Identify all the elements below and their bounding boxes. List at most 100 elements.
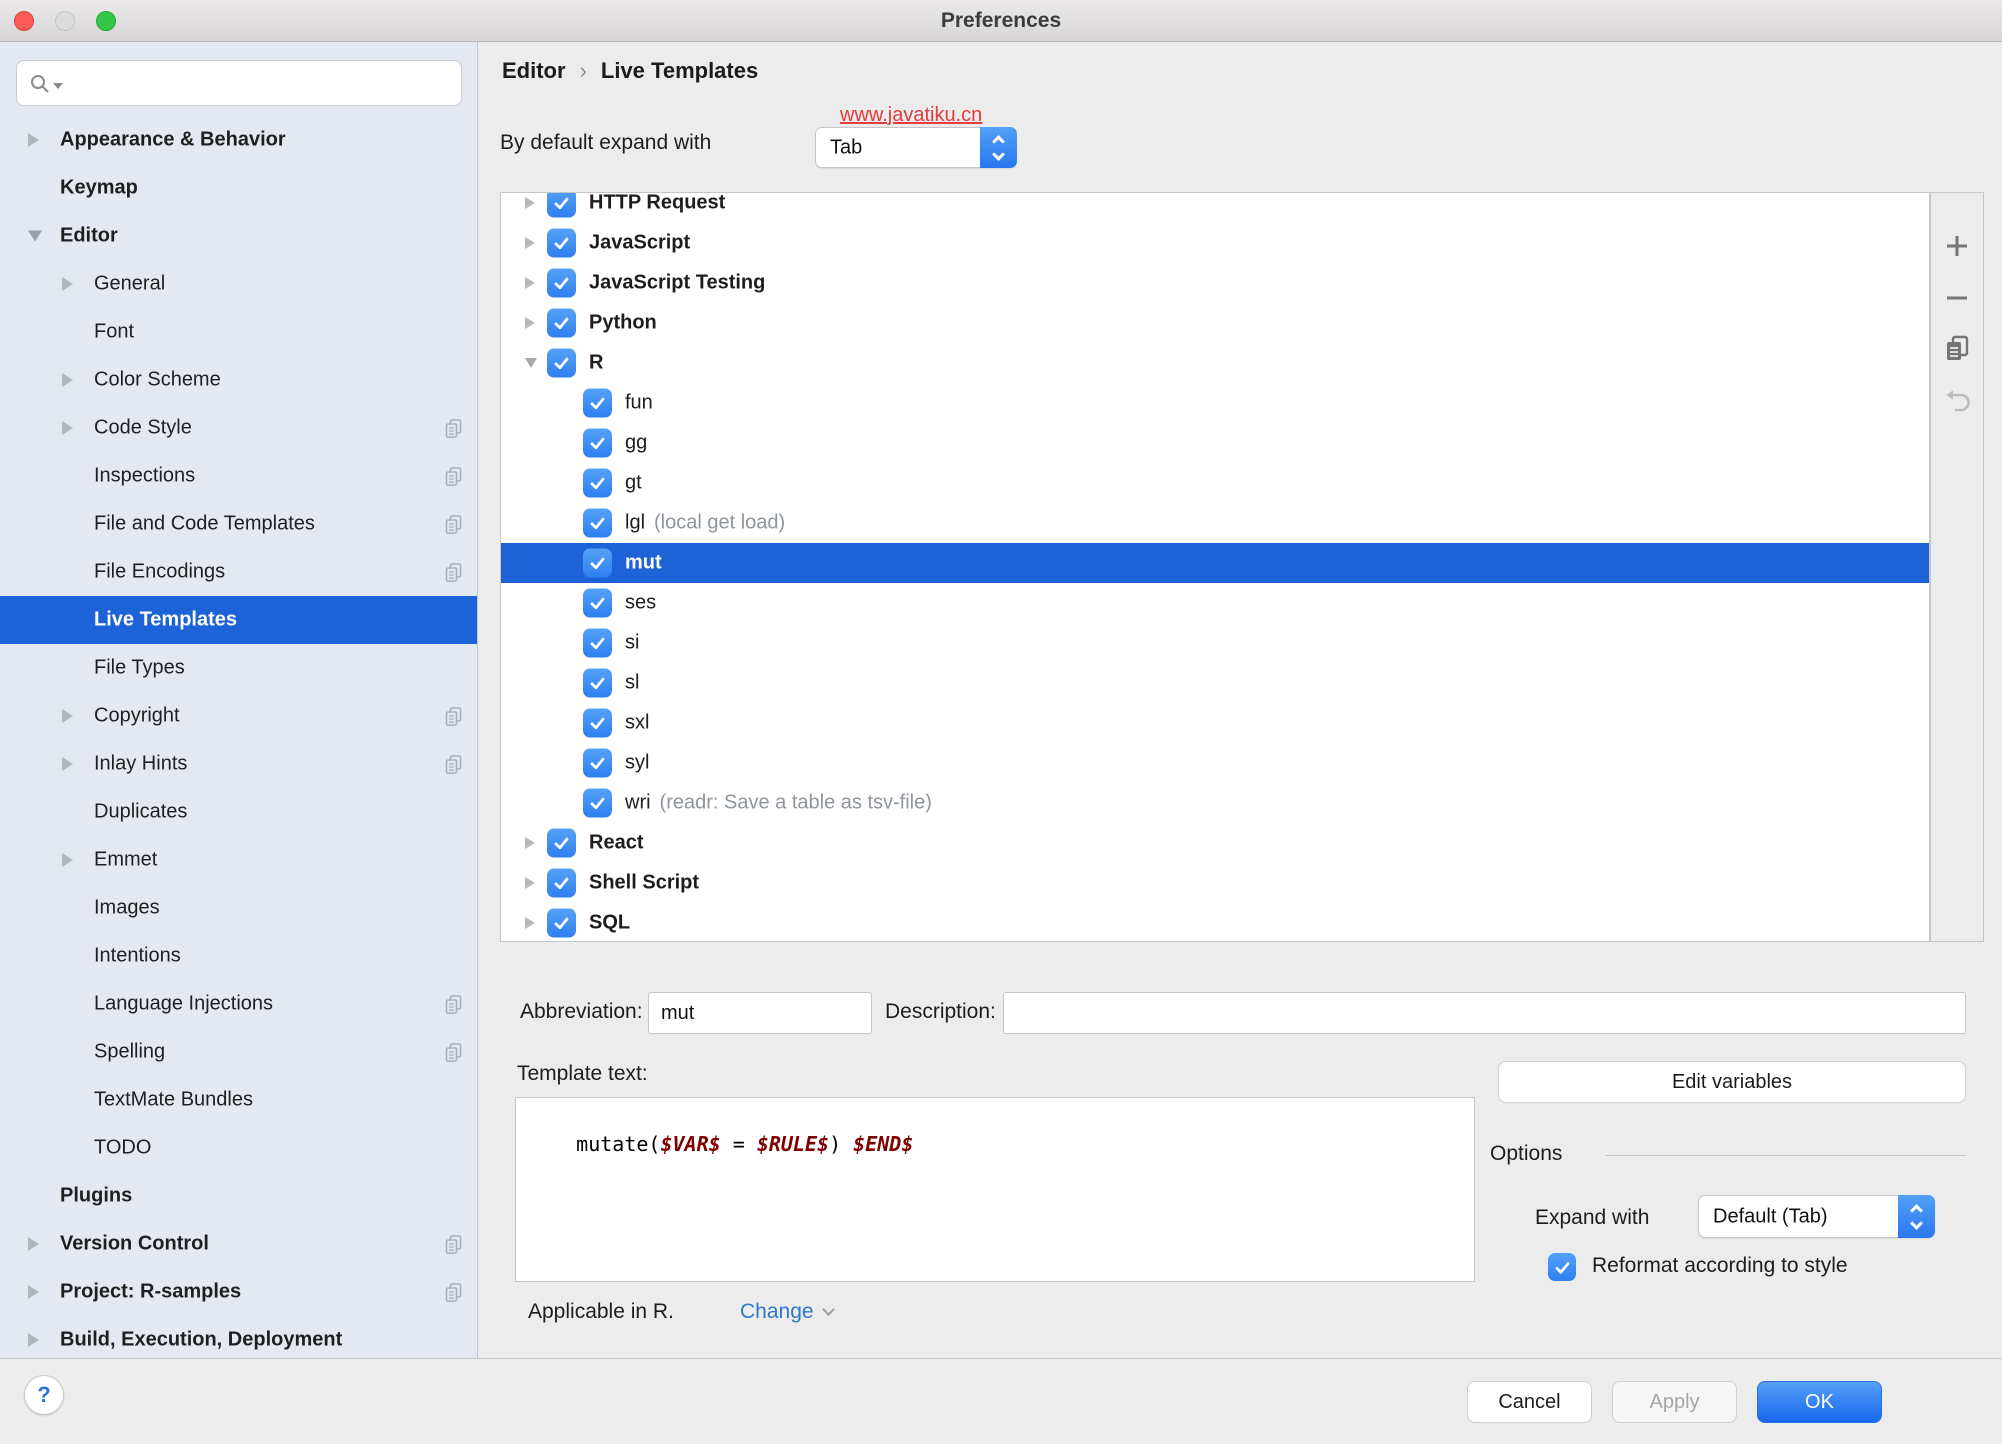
expand-arrow-icon[interactable] <box>62 421 73 435</box>
checkbox[interactable] <box>547 908 576 938</box>
expand-arrow-icon[interactable] <box>525 358 537 368</box>
template-row-lgl[interactable]: lgl (local get load) <box>501 503 1929 543</box>
sidebar-item-plugins[interactable]: Plugins <box>0 1172 477 1220</box>
sidebar-item-editor[interactable]: Editor <box>0 212 477 260</box>
template-row-react[interactable]: React <box>501 823 1929 863</box>
remove-icon[interactable] <box>1941 283 1973 315</box>
expand-arrow-icon[interactable] <box>28 133 39 147</box>
expand-with-dropdown[interactable]: Default (Tab) <box>1698 1195 1935 1238</box>
checkbox[interactable] <box>547 193 576 218</box>
checkbox[interactable] <box>547 828 576 858</box>
edit-variables-button[interactable]: Edit variables <box>1498 1061 1966 1103</box>
change-context-link[interactable]: Change <box>740 1300 835 1324</box>
template-row-fun[interactable]: fun <box>501 383 1929 423</box>
checkbox[interactable] <box>583 428 612 458</box>
checkbox[interactable] <box>583 748 612 778</box>
sidebar-item-intentions[interactable]: Intentions <box>0 932 477 980</box>
sidebar-item-font[interactable]: Font <box>0 308 477 356</box>
expand-arrow-icon[interactable] <box>62 709 73 723</box>
description-input[interactable] <box>1003 992 1966 1034</box>
template-text-editor[interactable]: mutate($VAR$ = $RULE$) $END$ <box>515 1097 1475 1282</box>
template-row-shell-script[interactable]: Shell Script <box>501 863 1929 903</box>
sidebar-item-language-injections[interactable]: Language Injections <box>0 980 477 1028</box>
template-row-gt[interactable]: gt <box>501 463 1929 503</box>
checkbox[interactable] <box>583 628 612 658</box>
default-expand-dropdown[interactable]: Tab <box>815 127 1017 168</box>
sidebar-item-file-types[interactable]: File Types <box>0 644 477 692</box>
sidebar-item-inspections[interactable]: Inspections <box>0 452 477 500</box>
expand-arrow-icon[interactable] <box>525 237 535 249</box>
checkbox[interactable] <box>583 708 612 738</box>
template-row-sl[interactable]: sl <box>501 663 1929 703</box>
breadcrumb-editor[interactable]: Editor <box>502 58 566 83</box>
expand-arrow-icon[interactable] <box>62 853 73 867</box>
expand-arrow-icon[interactable] <box>525 837 535 849</box>
expand-arrow-icon[interactable] <box>525 197 535 209</box>
template-row-r[interactable]: R <box>501 343 1929 383</box>
ok-button[interactable]: OK <box>1757 1381 1882 1423</box>
search-input[interactable] <box>69 62 453 104</box>
apply-button[interactable]: Apply <box>1612 1381 1737 1423</box>
expand-arrow-icon[interactable] <box>28 1237 39 1251</box>
checkbox[interactable] <box>547 868 576 898</box>
checkbox[interactable] <box>583 588 612 618</box>
sidebar-item-duplicates[interactable]: Duplicates <box>0 788 477 836</box>
expand-arrow-icon[interactable] <box>525 917 535 929</box>
sidebar-item-inlay-hints[interactable]: Inlay Hints <box>0 740 477 788</box>
checkbox[interactable] <box>583 668 612 698</box>
sidebar-item-version-control[interactable]: Version Control <box>0 1220 477 1268</box>
sidebar-item-appearance-behavior[interactable]: Appearance & Behavior <box>0 116 477 164</box>
template-row-javascript[interactable]: JavaScript <box>501 223 1929 263</box>
revert-icon[interactable] <box>1941 386 1973 418</box>
expand-arrow-icon[interactable] <box>525 877 535 889</box>
template-row-wri[interactable]: wri (readr: Save a table as tsv-file) <box>501 783 1929 823</box>
sidebar-item-emmet[interactable]: Emmet <box>0 836 477 884</box>
duplicate-icon[interactable] <box>1941 333 1973 365</box>
sidebar-item-live-templates[interactable]: Live Templates <box>0 596 477 644</box>
checkbox[interactable] <box>583 788 612 818</box>
template-row-gg[interactable]: gg <box>501 423 1929 463</box>
template-row-ses[interactable]: ses <box>501 583 1929 623</box>
cancel-button[interactable]: Cancel <box>1467 1381 1592 1423</box>
expand-arrow-icon[interactable] <box>525 277 535 289</box>
sidebar-item-spelling[interactable]: Spelling <box>0 1028 477 1076</box>
abbreviation-input[interactable] <box>648 992 872 1034</box>
reformat-checkbox[interactable] <box>1548 1253 1576 1281</box>
template-row-http-request[interactable]: HTTP Request <box>501 193 1929 223</box>
template-row-python[interactable]: Python <box>501 303 1929 343</box>
sidebar-item-file-and-code-templates[interactable]: File and Code Templates <box>0 500 477 548</box>
sidebar-item-textmate-bundles[interactable]: TextMate Bundles <box>0 1076 477 1124</box>
expand-arrow-icon[interactable] <box>62 757 73 771</box>
sidebar-item-copyright[interactable]: Copyright <box>0 692 477 740</box>
sidebar-item-code-style[interactable]: Code Style <box>0 404 477 452</box>
sidebar-item-file-encodings[interactable]: File Encodings <box>0 548 477 596</box>
template-row-si[interactable]: si <box>501 623 1929 663</box>
search-box[interactable] <box>16 60 462 106</box>
help-button[interactable]: ? <box>24 1375 64 1415</box>
checkbox[interactable] <box>583 388 612 418</box>
template-row-javascript-testing[interactable]: JavaScript Testing <box>501 263 1929 303</box>
expand-arrow-icon[interactable] <box>28 230 42 242</box>
checkbox[interactable] <box>547 308 576 338</box>
expand-arrow-icon[interactable] <box>525 317 535 329</box>
sidebar-item-images[interactable]: Images <box>0 884 477 932</box>
template-row-sxl[interactable]: sxl <box>501 703 1929 743</box>
sidebar-item-todo[interactable]: TODO <box>0 1124 477 1172</box>
checkbox[interactable] <box>583 548 612 578</box>
checkbox[interactable] <box>583 508 612 538</box>
sidebar-item-keymap[interactable]: Keymap <box>0 164 477 212</box>
template-row-syl[interactable]: syl <box>501 743 1929 783</box>
checkbox[interactable] <box>547 228 576 258</box>
stepper-icon[interactable] <box>1898 1195 1935 1238</box>
expand-arrow-icon[interactable] <box>62 277 73 291</box>
checkbox[interactable] <box>547 268 576 298</box>
template-row-mut[interactable]: mut <box>501 543 1929 583</box>
expand-arrow-icon[interactable] <box>62 373 73 387</box>
checkbox[interactable] <box>547 348 576 378</box>
expand-arrow-icon[interactable] <box>28 1333 39 1347</box>
stepper-icon[interactable] <box>980 127 1017 168</box>
sidebar-item-general[interactable]: General <box>0 260 477 308</box>
sidebar-item-color-scheme[interactable]: Color Scheme <box>0 356 477 404</box>
expand-arrow-icon[interactable] <box>28 1285 39 1299</box>
add-icon[interactable] <box>1941 231 1973 263</box>
